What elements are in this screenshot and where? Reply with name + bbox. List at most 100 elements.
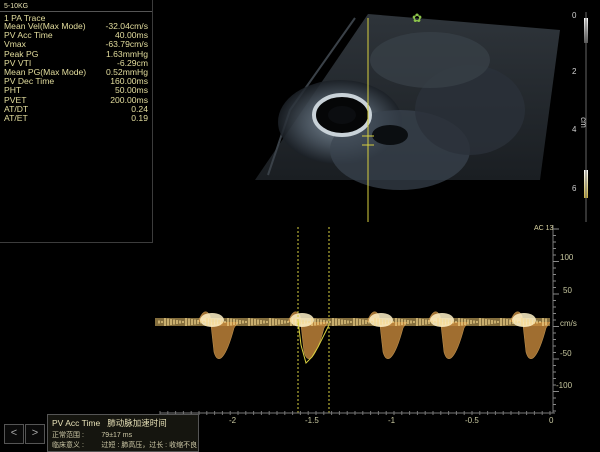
spectral-speckle (212, 319, 214, 325)
panel-divider (0, 11, 152, 12)
spectral-speckle (239, 320, 241, 324)
spectral-waveform (155, 311, 551, 359)
spectral-speckle (527, 319, 529, 325)
spectral-speckle (455, 321, 457, 323)
spectral-speckle (539, 321, 541, 323)
spectral-speckle (251, 318, 253, 326)
ginkgo-logo-icon: ✿ (412, 11, 422, 25)
spectral-speckle (464, 319, 466, 325)
spectral-speckle (488, 319, 490, 325)
spectral-speckle (500, 318, 502, 326)
spectral-speckle (407, 320, 409, 324)
vessel-lumen (328, 106, 356, 124)
spectral-speckle (467, 319, 469, 325)
tooltip-title: PV Acc Time (52, 418, 101, 428)
spectral-speckle (473, 320, 475, 324)
spectral-speckle (197, 320, 199, 324)
spectral-speckle (233, 319, 235, 325)
spectral-speckle (392, 321, 394, 323)
prev-button[interactable]: < (4, 424, 24, 444)
spectral-speckle (458, 318, 460, 326)
spectral-speckle (440, 318, 442, 326)
spectral-speckle (302, 320, 304, 324)
spectral-speckle (227, 318, 229, 326)
spectral-speckle (290, 318, 292, 326)
velocity-tick: 50 (563, 286, 572, 295)
tooltip-range-value: 79±17 ms (101, 432, 133, 439)
spectral-speckle (281, 320, 283, 324)
spectral-speckle (320, 319, 322, 325)
spectral-speckle (161, 321, 163, 323)
spectral-speckle (479, 318, 481, 326)
spectral-speckle (533, 320, 535, 324)
spectral-speckle (194, 319, 196, 325)
spectral-speckle (323, 320, 325, 324)
spectral-speckle (308, 321, 310, 323)
spectral-speckle (170, 319, 172, 325)
spectral-speckle (377, 318, 379, 326)
spectral-speckle (335, 318, 337, 326)
spectral-speckle (305, 320, 307, 324)
doppler-spectrum (155, 225, 559, 415)
spectral-speckle (263, 320, 265, 324)
spectral-speckle (401, 319, 403, 325)
spectral-speckle (158, 320, 160, 324)
depth-tick: 0 (572, 11, 577, 20)
spectral-speckle (317, 319, 319, 325)
spectral-speckle (347, 320, 349, 324)
spectral-speckle (221, 320, 223, 324)
spectral-speckle (395, 318, 397, 326)
depth-ruler (585, 12, 587, 222)
spectral-speckle (284, 320, 286, 324)
spectral-speckle (311, 318, 313, 326)
spectral-speckle (413, 321, 415, 323)
spectral-speckle (470, 320, 472, 324)
spectral-speckle (242, 320, 244, 324)
spectral-speckle (497, 321, 499, 323)
tooltip-meaning-label: 临床意义 : (52, 442, 84, 449)
spectral-speckle (269, 318, 271, 326)
spectral-speckle (203, 321, 205, 323)
time-tick: -0.5 (465, 416, 479, 425)
spectral-speckle (236, 319, 238, 325)
next-button[interactable]: > (25, 424, 45, 444)
spectral-speckle (353, 318, 355, 326)
spectral-speckle (491, 320, 493, 324)
tooltip-title-cn: 肺动脉加速时间 (107, 418, 167, 428)
spectral-speckle (329, 321, 331, 323)
spectral-speckle (215, 319, 217, 325)
spectral-speckle (278, 319, 280, 325)
measurement-tooltip: PV Acc Time 肺动脉加速时间 正常范围 : 79±17 ms 临床意义… (47, 414, 199, 452)
probe-label: 5-10KG (4, 3, 29, 10)
spectral-speckle (452, 320, 454, 324)
spectral-speckle (209, 318, 211, 326)
measurement-label: AT/ET (4, 113, 28, 123)
depth-tick: 2 (572, 67, 577, 76)
spectral-speckle (326, 320, 328, 324)
spectral-speckle (482, 318, 484, 326)
velocity-tick: -50 (560, 349, 572, 358)
spectral-speckle (341, 319, 343, 325)
spectral-speckle (434, 321, 436, 323)
chamber-region (372, 125, 408, 145)
spectral-speckle (176, 320, 178, 324)
spectral-speckle (356, 318, 358, 326)
spectral-speckle (218, 320, 220, 324)
spectral-speckle (275, 319, 277, 325)
spectral-speckle (230, 318, 232, 326)
b-mode-sector-image: ✿ (255, 11, 560, 222)
spectral-speckle (422, 319, 424, 325)
spectral-speckle (344, 320, 346, 324)
spectral-speckle (506, 319, 508, 325)
spectral-speckle (224, 321, 226, 323)
tooltip-range-label: 正常范围 : (52, 432, 84, 439)
spectral-speckle (383, 319, 385, 325)
spectral-speckle (350, 321, 352, 323)
spectral-speckle (545, 318, 547, 326)
depth-tick: 4 (572, 125, 577, 134)
measurement-panel: 5-10KG 1 PA Trace Mean Vel(Max Mode) -32.… (0, 0, 153, 243)
ac-label: AC 13 (534, 225, 554, 232)
spectral-speckle (368, 320, 370, 324)
spectral-speckle (437, 318, 439, 326)
spectral-speckle (485, 319, 487, 325)
